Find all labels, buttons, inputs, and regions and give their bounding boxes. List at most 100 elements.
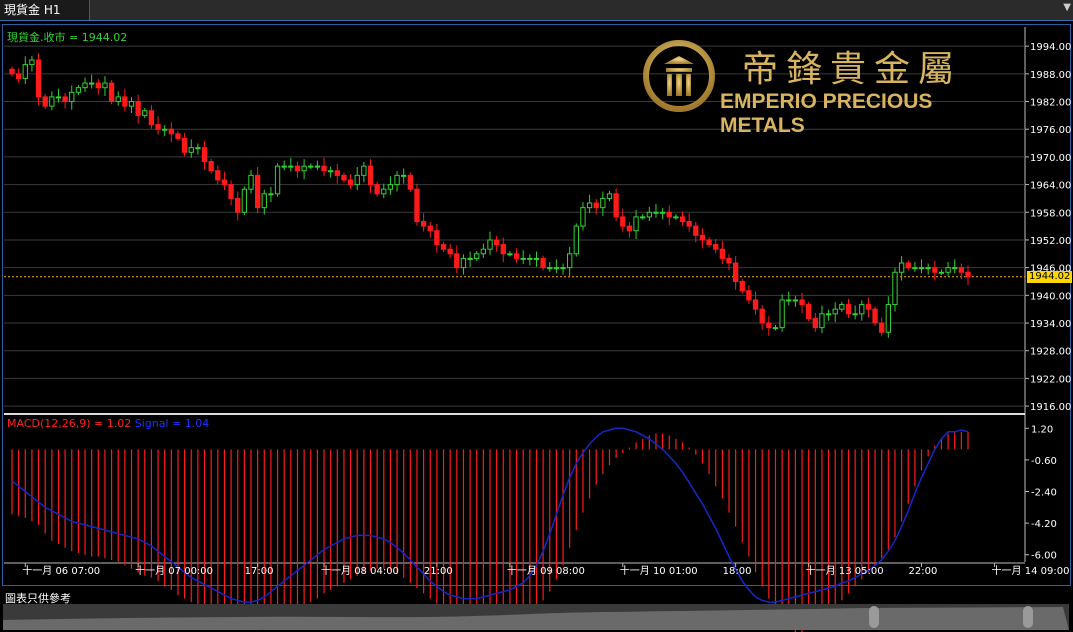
time-tick-label: 十一月 08 04:00 — [321, 564, 399, 577]
macd-legend-value: MACD(12,26,9) = 1.02 — [7, 417, 132, 430]
candle-body — [168, 128, 174, 135]
candle-body — [859, 304, 865, 315]
candle-body — [401, 174, 407, 177]
candle-body — [254, 174, 261, 209]
candle-body — [427, 225, 433, 232]
candle-body — [865, 304, 872, 310]
candle-body — [420, 221, 427, 227]
candle-body — [454, 253, 460, 269]
candle-body — [341, 174, 347, 181]
candle-body — [527, 257, 533, 260]
candle-body — [22, 64, 28, 79]
candle-body — [195, 147, 201, 150]
candle-body — [593, 202, 599, 209]
price-tick-label: 1940.00 — [1030, 291, 1071, 302]
candle-body — [686, 221, 692, 227]
candle-body — [42, 96, 48, 107]
candle-body — [261, 193, 267, 209]
candle-body — [713, 244, 719, 250]
price-tick-label: 1976.00 — [1030, 125, 1071, 136]
candle-body — [467, 257, 473, 260]
candle-body — [321, 165, 327, 172]
candle-body — [739, 280, 745, 292]
candle-body — [9, 68, 15, 75]
candle-body — [407, 174, 413, 190]
time-tick-label: 十一月 10 01:00 — [620, 564, 698, 577]
candle-body — [952, 267, 958, 270]
candle-body — [819, 313, 825, 329]
price-legend: 現貨金.收市 = 1944.02 — [7, 31, 128, 44]
candle-body — [175, 133, 181, 139]
candle-body — [35, 59, 42, 98]
candle-body — [567, 253, 573, 269]
logo-emblem-icon — [643, 40, 715, 112]
candle-body — [215, 170, 221, 181]
macd-tick-label: -2.40 — [1031, 488, 1057, 499]
candle-body — [553, 267, 560, 270]
candle-body — [600, 197, 606, 209]
candle-body — [732, 262, 739, 282]
candle-body — [892, 271, 898, 306]
candle-body — [640, 216, 646, 219]
macd-legend: MACD(12,26,9) = 1.02 Signal = 1.04 — [7, 417, 209, 430]
brand-logo: 帝鋒貴金屬 EMPERIO PRECIOUS METALS — [642, 38, 1012, 137]
candle-body — [513, 253, 520, 259]
candle-body — [726, 257, 732, 264]
candle-body — [354, 174, 360, 186]
time-tick-label: 21:00 — [424, 566, 453, 577]
candle-body — [241, 188, 248, 213]
candle-body — [613, 193, 619, 218]
candle-body — [135, 101, 141, 116]
candle-body — [918, 267, 925, 270]
candle-body — [580, 207, 586, 227]
price-tick-label: 1934.00 — [1030, 319, 1071, 330]
candle-body — [480, 248, 487, 255]
candle-body — [825, 313, 832, 316]
candle-body — [540, 257, 546, 269]
price-tick-label: 1982.00 — [1030, 98, 1071, 109]
price-tick-label: 1994.00 — [1030, 42, 1071, 53]
candle-body — [938, 271, 945, 274]
candle-body — [460, 257, 467, 269]
logo-english-text: EMPERIO PRECIOUS METALS — [720, 90, 933, 137]
candle-body — [381, 188, 387, 195]
candle-body — [547, 267, 553, 270]
price-tick-label: 1958.00 — [1030, 208, 1071, 219]
navigator-scrollbar[interactable] — [3, 604, 1069, 630]
candle-body — [905, 262, 911, 269]
candle-body — [49, 96, 55, 107]
candle-body — [155, 124, 161, 130]
candle-body — [699, 234, 706, 241]
candle-body — [82, 82, 88, 89]
candle-body — [507, 253, 513, 256]
candle-body — [228, 184, 234, 199]
navigator-left-handle[interactable] — [869, 606, 879, 628]
candle-body — [560, 267, 566, 270]
price-tick-label: 1916.00 — [1030, 402, 1071, 413]
candle-body — [188, 147, 194, 153]
candle-body — [792, 299, 799, 302]
candle-body — [586, 202, 593, 209]
candle-body — [281, 165, 287, 168]
candle-body — [394, 174, 400, 186]
logo-chinese-text: 帝鋒貴金屬 — [742, 49, 963, 90]
navigator-right-handle[interactable] — [1023, 606, 1033, 628]
current-price-marker: 1944.02 — [1027, 270, 1073, 283]
candle-body — [633, 216, 639, 232]
candle-body — [533, 257, 540, 260]
candle-body — [693, 225, 699, 236]
candle-body — [852, 313, 858, 316]
candle-body — [573, 225, 579, 255]
candle-body — [115, 96, 121, 103]
candle-body — [872, 308, 878, 324]
time-tick-label: 十一月 07 00:00 — [135, 564, 213, 577]
candle-body — [719, 248, 726, 259]
candle-body — [201, 147, 208, 163]
price-tick-label: 1970.00 — [1030, 153, 1071, 164]
candle-body — [520, 257, 526, 260]
candle-body — [148, 110, 155, 126]
candle-body — [646, 211, 652, 218]
candle-body — [752, 299, 759, 310]
candle-body — [766, 322, 772, 329]
candle-body — [162, 128, 168, 131]
